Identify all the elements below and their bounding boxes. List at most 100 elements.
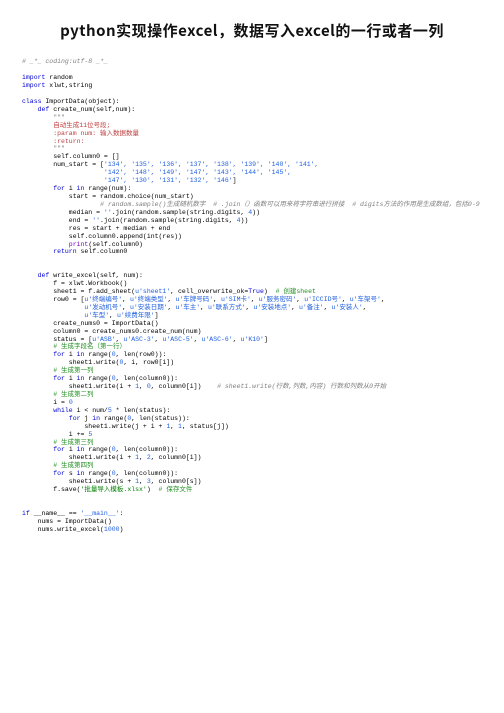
- string: u'ASC-6': [202, 336, 233, 343]
- number: 5: [88, 431, 92, 438]
- docstring: """: [22, 145, 65, 152]
- string: u'安装地点': [253, 304, 291, 311]
- code: ImportData(object):: [45, 98, 119, 105]
- code: start = random.choice(num_start): [22, 193, 194, 200]
- code: , len(row0)):: [116, 351, 167, 358]
- code: , i, row0[i]): [123, 359, 174, 366]
- string: u'车架号': [350, 296, 381, 303]
- code: i: [69, 375, 77, 382]
- string: u'安装人': [332, 304, 363, 311]
- code: ,: [122, 296, 130, 303]
- code: sheet1.write(i +: [22, 454, 135, 461]
- keyword-for: for: [22, 375, 69, 382]
- code: nums.write_excel(: [22, 526, 104, 533]
- code: * len(status):: [116, 407, 171, 414]
- keyword-while: while: [22, 407, 77, 414]
- string: u'ASC-3': [123, 336, 154, 343]
- code: i < num/: [77, 407, 108, 414]
- code: f.save(: [22, 486, 81, 493]
- comment: # 保存文件: [159, 486, 193, 493]
- code: s: [69, 470, 77, 477]
- string: '__main__': [81, 510, 120, 517]
- string: u'发动机号': [84, 304, 122, 311]
- keyword-import: import: [22, 74, 45, 81]
- code: res = start + median + end: [22, 225, 170, 232]
- string: u'ASC-5': [162, 336, 193, 343]
- keyword: True: [248, 288, 264, 295]
- code: ]: [233, 177, 237, 184]
- code: range(: [88, 470, 111, 477]
- code: ,: [139, 454, 147, 461]
- string: u'终端类型': [130, 296, 168, 303]
- code: ): [264, 288, 276, 295]
- code: , len(column0)):: [116, 470, 178, 477]
- keyword-in: in: [77, 375, 89, 382]
- code: ==: [65, 510, 81, 517]
- code: ,: [122, 304, 130, 311]
- code: (self.column0): [88, 241, 143, 248]
- code: ]: [264, 336, 268, 343]
- code: num_start = [: [22, 161, 104, 168]
- code: status = [: [22, 336, 92, 343]
- keyword-in: in: [77, 446, 89, 453]
- code: ,: [233, 336, 241, 343]
- comment: # 生成第二列: [22, 391, 94, 398]
- code: column0 = create_nums0.create_num(num): [22, 328, 201, 335]
- code: xlwt,string: [45, 82, 92, 89]
- string: '批量导入模板.xlsx': [81, 486, 147, 493]
- keyword-return: return: [22, 248, 81, 255]
- comment: # 生成第三列: [22, 439, 94, 446]
- code: sheet1 = f.add_sheet(: [22, 288, 135, 295]
- comment: # 生成字段名（第一行）: [22, 343, 126, 350]
- keyword-in: in: [77, 185, 89, 192]
- code-block: # _*_ coding:utf-8 _*_ import random imp…: [22, 58, 482, 533]
- code: median =: [22, 209, 104, 216]
- keyword-print: print: [22, 241, 88, 248]
- code: i +=: [22, 431, 88, 438]
- code: )): [252, 209, 260, 216]
- keyword-def: def: [22, 106, 53, 113]
- code: range(: [88, 351, 111, 358]
- comment: # sheet1.write(行数,列数,内容) 行数和列数从0开始: [217, 383, 386, 390]
- string: u'车牌号码': [175, 296, 213, 303]
- code: ): [120, 526, 124, 533]
- code: range(num):: [88, 185, 131, 192]
- code: :: [120, 510, 124, 517]
- code: ): [147, 486, 159, 493]
- code: i =: [22, 399, 69, 406]
- code: ,: [213, 296, 221, 303]
- docstring: """: [22, 114, 65, 121]
- code: ,: [342, 296, 350, 303]
- code: __name__: [34, 510, 65, 517]
- code: i: [69, 185, 77, 192]
- code: )): [240, 217, 248, 224]
- string: '134', '135', '136', '137', '138', '139'…: [104, 161, 319, 168]
- code: end =: [22, 217, 92, 224]
- keyword-class: class: [22, 98, 45, 105]
- keyword-in: in: [77, 351, 89, 358]
- code: ,: [139, 383, 147, 390]
- code: ,: [251, 296, 259, 303]
- keyword-for: for: [22, 470, 69, 477]
- comment: # _*_ coding:utf-8 _*_: [22, 58, 108, 65]
- string: u'安装日期': [130, 304, 168, 311]
- string: '': [104, 209, 112, 216]
- code: , column0[s]): [151, 478, 202, 485]
- code: ,: [381, 296, 385, 303]
- keyword-def: def: [22, 272, 53, 279]
- string: '142', '148', '149', '147', '143', '144'…: [22, 169, 291, 176]
- string: u'K10': [241, 336, 264, 343]
- comment: # random.sample()生成随机数字 # .join（）函数可以用来将…: [22, 201, 480, 208]
- string: '147', '130', '131', '132', '146': [22, 177, 233, 184]
- keyword-in: in: [92, 415, 104, 422]
- keyword-import: import: [22, 82, 45, 89]
- string: u'车型': [84, 312, 109, 319]
- docstring: :return:: [22, 138, 84, 145]
- number: 0: [69, 399, 73, 406]
- code: [22, 304, 84, 311]
- number: 5: [108, 407, 116, 414]
- keyword-for: for: [22, 446, 69, 453]
- code: , status[j]): [182, 423, 229, 430]
- number: 1000: [104, 526, 120, 533]
- string: u'车主': [175, 304, 200, 311]
